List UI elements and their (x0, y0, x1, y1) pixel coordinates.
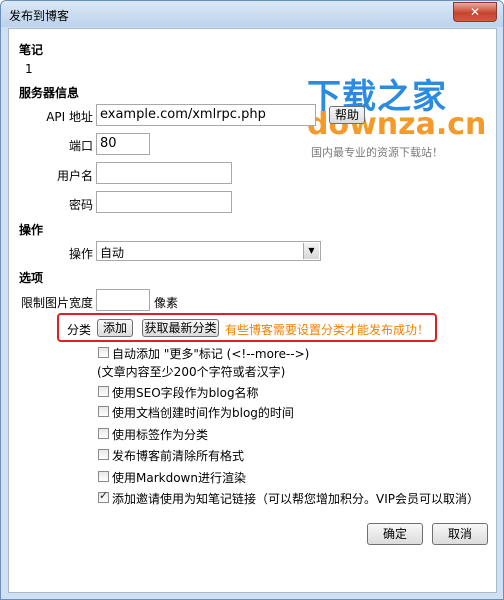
image-width-label: 限制图片宽度 (20, 296, 93, 310)
image-width-unit: 像素 (154, 296, 179, 310)
checkbox-invite-link-label: 添加邀请使用为知笔记链接（可以帮您增加积分。VIP会员可以取消） (112, 492, 479, 506)
title-bar: 发布到博客 ✕ (1, 1, 503, 27)
close-button[interactable]: ✕ (453, 2, 497, 22)
checkbox-auto-more-label: 自动添加 "更多"标记 (<!--more-->) (112, 347, 310, 361)
checkbox-markdown[interactable] (98, 471, 109, 482)
chevron-down-icon[interactable]: ▼ (303, 243, 319, 259)
note-value: 1 (25, 62, 33, 76)
fetch-categories-button[interactable]: 获取最新分类 (142, 319, 219, 337)
more-note: (文章内容至少200个字符或者汉字) (97, 365, 286, 379)
checkbox-invite-link[interactable] (98, 489, 109, 503)
server-heading: 服务器信息 (19, 86, 80, 100)
add-category-button[interactable]: 添加 (97, 319, 133, 337)
category-warning: 有些博客需要设置分类才能发布成功！ (225, 323, 430, 337)
operation-select[interactable]: 自动 ▼ (96, 241, 321, 261)
checkbox-tags-as-category[interactable] (98, 428, 109, 439)
ok-button[interactable]: 确定 (367, 523, 423, 545)
dialog-content: 下载之家 downza.cn 国内最专业的资源下载站！ 笔记 1 服务器信息 A… (8, 28, 497, 593)
username-input[interactable] (96, 162, 232, 184)
watermark-tagline: 国内最专业的资源下载站！ (311, 146, 443, 159)
checkbox-auto-more[interactable] (98, 347, 109, 358)
category-label: 分类 (67, 323, 92, 337)
operation-label: 操作 (68, 247, 93, 261)
close-icon: ✕ (469, 5, 481, 19)
port-input[interactable]: 80 (96, 133, 150, 155)
checkbox-seo-title[interactable] (98, 386, 109, 397)
checkbox-seo-title-label: 使用SEO字段作为blog名称 (112, 386, 259, 400)
password-input[interactable] (96, 191, 232, 213)
checkbox-doc-time[interactable] (98, 406, 109, 417)
publish-to-blog-dialog: 发布到博客 ✕ 下载之家 downza.cn 国内最专业的资源下载站！ 笔记 1… (0, 0, 504, 600)
api-address-input[interactable]: example.com/xmlrpc.php (96, 104, 316, 126)
operation-selected-value: 自动 (100, 246, 125, 260)
options-heading: 选项 (19, 271, 44, 285)
checkbox-clear-format-label: 发布博客前清除所有格式 (112, 449, 245, 463)
help-button[interactable]: 帮助 (329, 106, 365, 124)
cancel-button[interactable]: 取消 (432, 523, 488, 545)
checkbox-clear-format[interactable] (98, 449, 109, 460)
window-title: 发布到博客 (9, 9, 70, 23)
api-label: API 地址 (46, 110, 93, 124)
operation-heading: 操作 (19, 223, 44, 237)
port-label: 端口 (68, 139, 93, 153)
password-label: 密码 (68, 198, 93, 212)
image-width-input[interactable] (96, 289, 150, 311)
checkbox-markdown-label: 使用Markdown进行渲染 (112, 471, 246, 485)
note-heading: 笔记 (19, 43, 44, 57)
checkbox-tags-as-category-label: 使用标签作为分类 (112, 428, 209, 442)
checkbox-doc-time-label: 使用文档创建时间作为blog的时间 (112, 406, 294, 420)
username-label: 用户名 (56, 169, 93, 183)
